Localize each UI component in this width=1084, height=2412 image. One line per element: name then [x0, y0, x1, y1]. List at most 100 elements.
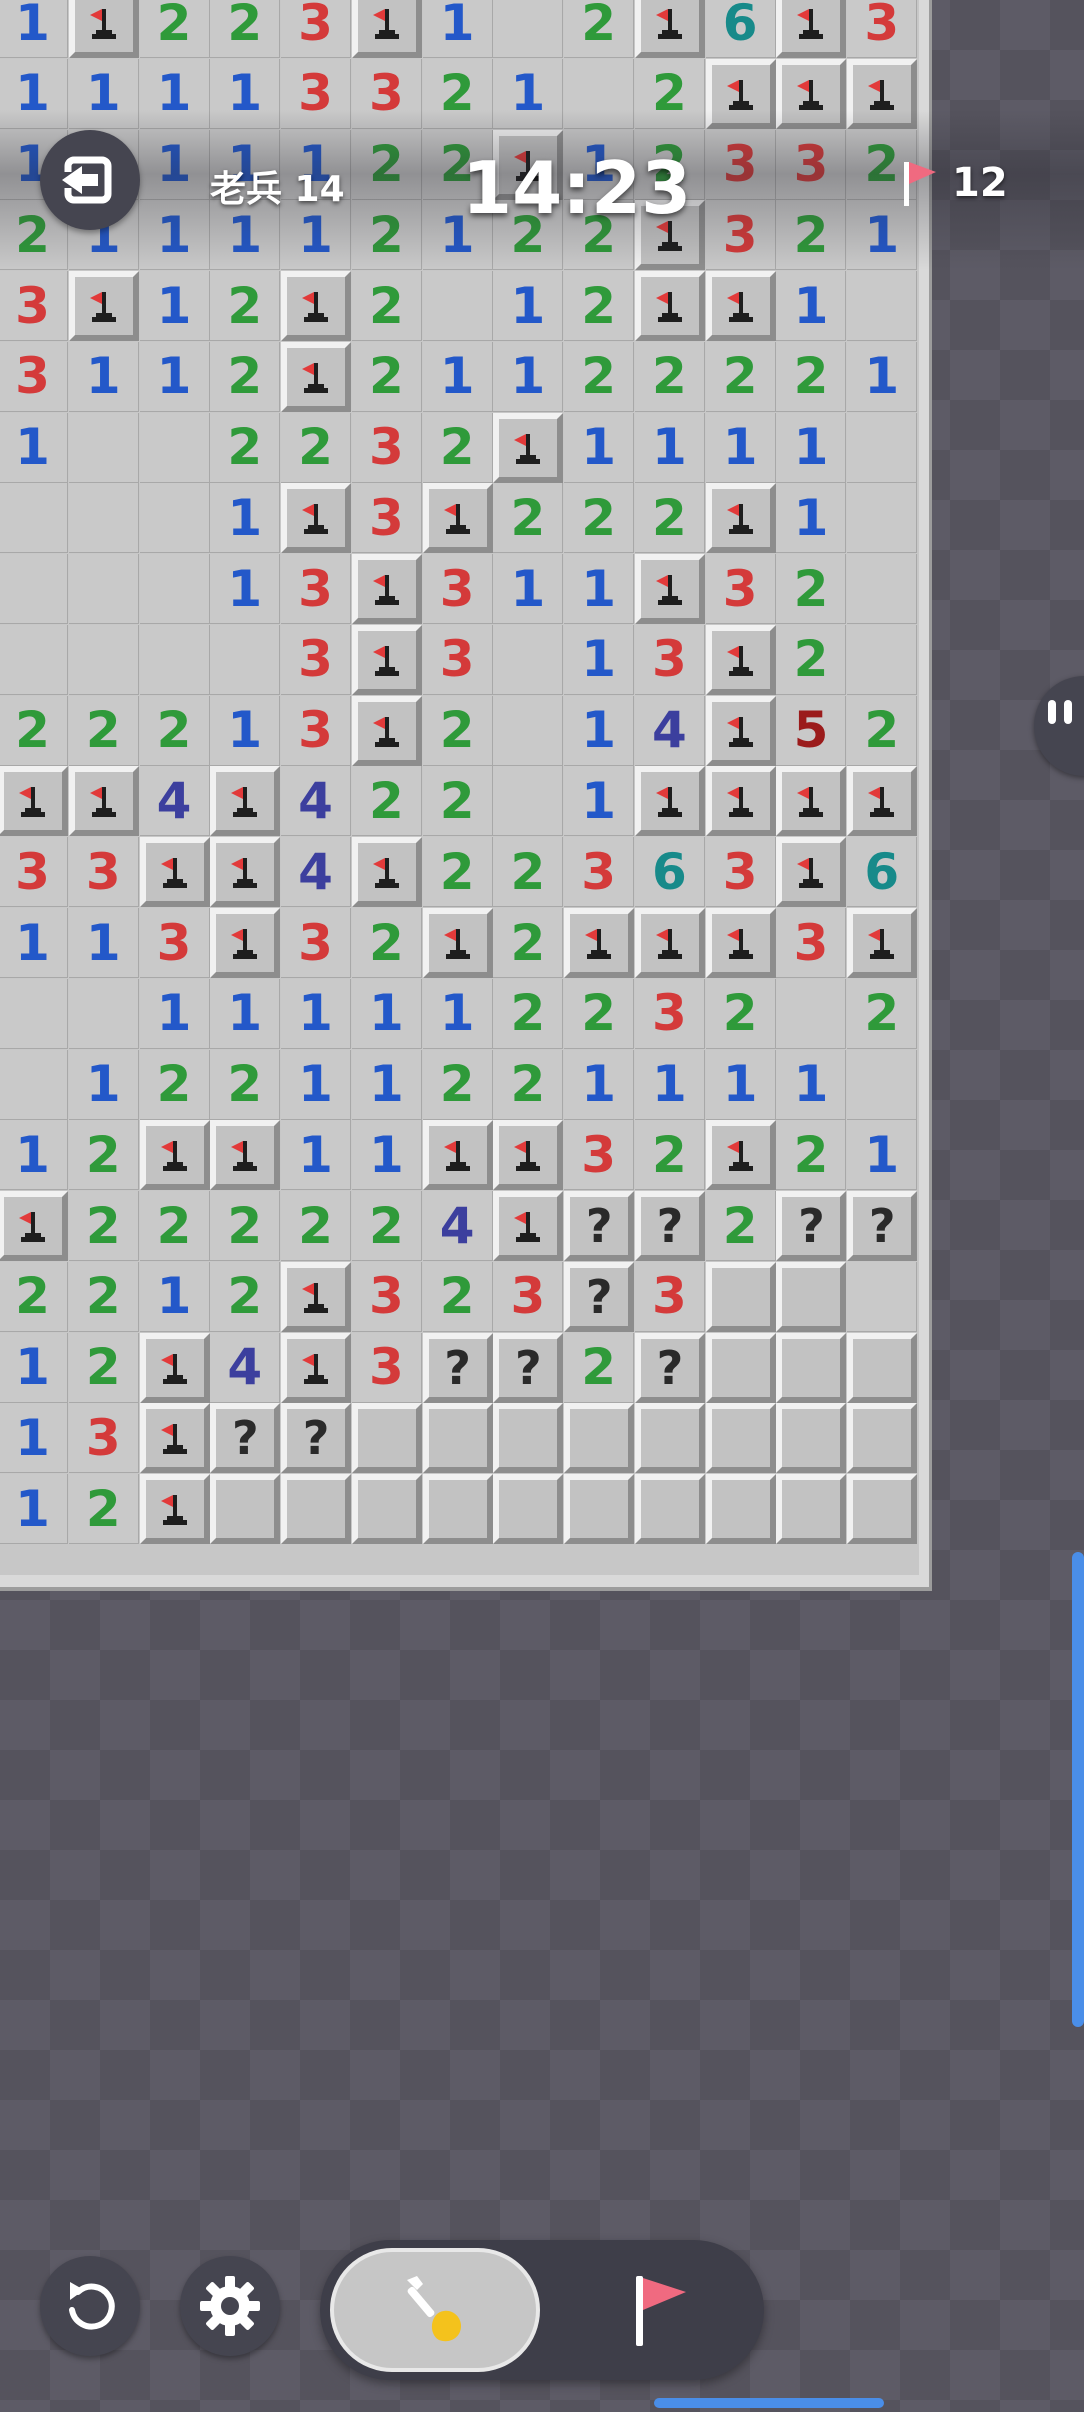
- number-cell[interactable]: 1: [634, 412, 705, 483]
- number-cell[interactable]: 2: [493, 837, 564, 908]
- number-cell[interactable]: 3: [493, 1261, 564, 1332]
- empty-cell[interactable]: [847, 624, 918, 695]
- number-cell[interactable]: 2: [634, 341, 705, 412]
- number-cell[interactable]: 3: [281, 624, 352, 695]
- number-cell[interactable]: 1: [139, 1261, 210, 1332]
- flagged-cell[interactable]: [351, 837, 422, 908]
- number-cell[interactable]: 1: [281, 978, 352, 1049]
- unrevealed-cell[interactable]: [847, 1403, 918, 1474]
- empty-cell[interactable]: [0, 1049, 68, 1120]
- number-cell[interactable]: 4: [281, 837, 352, 908]
- number-cell[interactable]: 2: [351, 766, 422, 837]
- number-cell[interactable]: 1: [493, 271, 564, 342]
- empty-cell[interactable]: [493, 0, 564, 58]
- restart-button[interactable]: [40, 2256, 140, 2356]
- number-cell[interactable]: 2: [0, 695, 68, 766]
- flagged-cell[interactable]: [422, 483, 493, 554]
- number-cell[interactable]: 4: [281, 766, 352, 837]
- number-cell[interactable]: 1: [0, 1474, 68, 1545]
- flagged-cell[interactable]: [634, 0, 705, 58]
- number-cell[interactable]: 2: [281, 1191, 352, 1262]
- flagged-cell[interactable]: [634, 908, 705, 978]
- number-cell[interactable]: 1: [139, 978, 210, 1049]
- number-cell[interactable]: 2: [139, 1191, 210, 1262]
- unrevealed-cell[interactable]: [422, 1403, 493, 1474]
- number-cell[interactable]: 2: [139, 0, 210, 58]
- number-cell[interactable]: 2: [68, 1120, 139, 1191]
- number-cell[interactable]: 2: [351, 271, 422, 342]
- number-cell[interactable]: 1: [68, 1049, 139, 1120]
- number-cell[interactable]: 2: [422, 1049, 493, 1120]
- number-cell[interactable]: 3: [705, 837, 776, 908]
- question-cell[interactable]: ?: [210, 1403, 281, 1474]
- number-cell[interactable]: 1: [564, 1049, 635, 1120]
- exit-button[interactable]: [40, 130, 140, 230]
- number-cell[interactable]: 1: [564, 554, 635, 625]
- unrevealed-cell[interactable]: [776, 1403, 847, 1474]
- number-cell[interactable]: 1: [0, 908, 68, 978]
- number-cell[interactable]: 3: [705, 554, 776, 625]
- number-cell[interactable]: 1: [210, 554, 281, 625]
- flagged-cell[interactable]: [493, 412, 564, 483]
- number-cell[interactable]: 3: [68, 837, 139, 908]
- unrevealed-cell[interactable]: [351, 1403, 422, 1474]
- number-cell[interactable]: 2: [776, 341, 847, 412]
- number-cell[interactable]: 2: [68, 1474, 139, 1545]
- flagged-cell[interactable]: [210, 766, 281, 837]
- unrevealed-cell[interactable]: [564, 1403, 635, 1474]
- number-cell[interactable]: 3: [634, 978, 705, 1049]
- empty-cell[interactable]: [0, 483, 68, 554]
- unrevealed-cell[interactable]: [705, 1403, 776, 1474]
- unrevealed-cell[interactable]: [493, 1474, 564, 1545]
- number-cell[interactable]: 2: [847, 978, 918, 1049]
- number-cell[interactable]: 2: [422, 1261, 493, 1332]
- question-cell[interactable]: ?: [493, 1332, 564, 1403]
- number-cell[interactable]: 1: [0, 1120, 68, 1191]
- empty-cell[interactable]: [776, 978, 847, 1049]
- number-cell[interactable]: 3: [422, 624, 493, 695]
- unrevealed-cell[interactable]: [776, 1332, 847, 1403]
- number-cell[interactable]: 3: [351, 1261, 422, 1332]
- flagged-cell[interactable]: [68, 0, 139, 58]
- number-cell[interactable]: 4: [210, 1332, 281, 1403]
- flagged-cell[interactable]: [422, 908, 493, 978]
- flagged-cell[interactable]: [210, 837, 281, 908]
- flagged-cell[interactable]: [634, 271, 705, 342]
- empty-cell[interactable]: [847, 412, 918, 483]
- question-cell[interactable]: ?: [564, 1261, 635, 1332]
- flagged-cell[interactable]: [705, 624, 776, 695]
- number-cell[interactable]: 2: [210, 341, 281, 412]
- number-cell[interactable]: 3: [847, 0, 918, 58]
- flagged-cell[interactable]: [705, 271, 776, 342]
- unrevealed-cell[interactable]: [847, 1332, 918, 1403]
- flagged-cell[interactable]: [351, 624, 422, 695]
- flagged-cell[interactable]: [139, 1120, 210, 1191]
- unrevealed-cell[interactable]: [705, 1261, 776, 1332]
- number-cell[interactable]: 1: [281, 1049, 352, 1120]
- number-cell[interactable]: 2: [634, 1120, 705, 1191]
- number-cell[interactable]: 3: [564, 837, 635, 908]
- number-cell[interactable]: 3: [0, 341, 68, 412]
- number-cell[interactable]: 1: [847, 341, 918, 412]
- number-cell[interactable]: 4: [139, 766, 210, 837]
- number-cell[interactable]: 2: [564, 1332, 635, 1403]
- number-cell[interactable]: 2: [564, 483, 635, 554]
- number-cell[interactable]: 3: [0, 271, 68, 342]
- flagged-cell[interactable]: [281, 483, 352, 554]
- number-cell[interactable]: 2: [564, 0, 635, 58]
- number-cell[interactable]: 1: [776, 1049, 847, 1120]
- number-cell[interactable]: 2: [564, 271, 635, 342]
- number-cell[interactable]: 3: [68, 1403, 139, 1474]
- empty-cell[interactable]: [68, 554, 139, 625]
- number-cell[interactable]: 2: [422, 695, 493, 766]
- number-cell[interactable]: 1: [139, 271, 210, 342]
- number-cell[interactable]: 3: [351, 483, 422, 554]
- settings-button[interactable]: [180, 2256, 280, 2356]
- flagged-cell[interactable]: [139, 837, 210, 908]
- number-cell[interactable]: 1: [564, 695, 635, 766]
- number-cell[interactable]: 2: [139, 1049, 210, 1120]
- unrevealed-cell[interactable]: [705, 1332, 776, 1403]
- number-cell[interactable]: 2: [564, 978, 635, 1049]
- question-cell[interactable]: ?: [564, 1191, 635, 1262]
- unrevealed-cell[interactable]: [705, 1474, 776, 1545]
